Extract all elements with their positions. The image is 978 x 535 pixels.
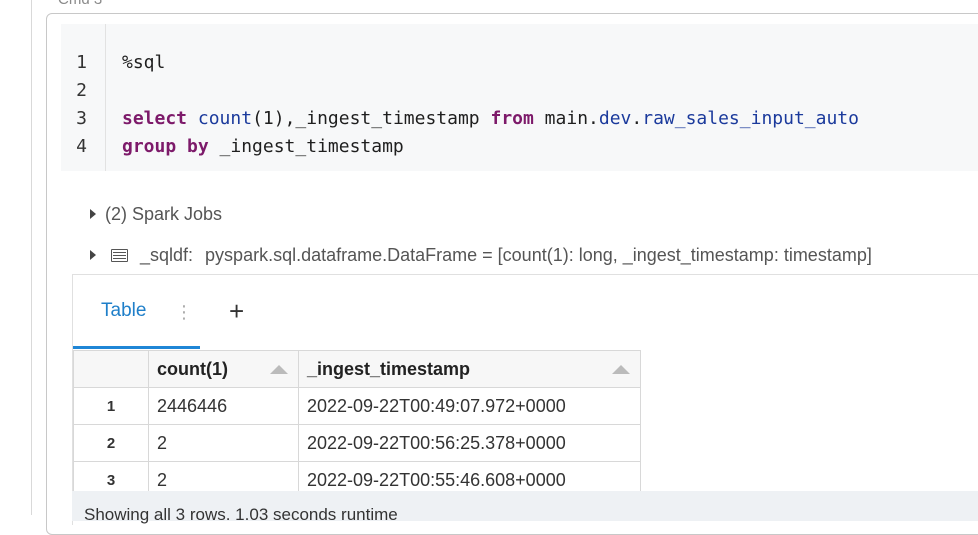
table-row: 1 2446446 2022-09-22T00:49:07.972+0000: [73, 387, 641, 425]
code-token: select: [122, 108, 188, 129]
column-header-label: _ingest_timestamp: [307, 358, 471, 379]
line-number: 2: [76, 80, 87, 101]
spark-jobs-toggle[interactable]: (2) Spark Jobs: [90, 201, 222, 227]
row-number: 2: [73, 424, 149, 462]
code-token: %sql: [122, 52, 166, 73]
row-number: 1: [73, 387, 149, 425]
tab-table[interactable]: Table: [101, 300, 146, 322]
code-token: (1),_ingest_timestamp: [252, 108, 491, 129]
cell-timestamp[interactable]: 2022-09-22T00:49:07.972+0000: [298, 387, 641, 425]
code-token: main.: [533, 108, 599, 129]
table-header-row: count(1) _ingest_timestamp: [73, 350, 641, 388]
cell-count[interactable]: 2446446: [148, 387, 299, 425]
code-text: group by _ingest_timestamp: [122, 133, 404, 161]
code-token: from: [490, 108, 534, 129]
code-token: count: [197, 108, 253, 129]
line-number: 1: [76, 52, 87, 73]
expand-triangle-icon: [90, 209, 96, 219]
spark-jobs-label: (2) Spark Jobs: [105, 203, 223, 224]
dataframe-name: _sqldf:: [140, 244, 194, 265]
line-number: 3: [76, 108, 87, 129]
tab-options-icon[interactable]: ⋮: [175, 302, 193, 323]
cell-count[interactable]: 2: [148, 424, 299, 462]
cell-timestamp[interactable]: 2022-09-22T00:56:25.378+0000: [298, 424, 641, 462]
sort-icon[interactable]: [612, 365, 630, 374]
code-token: group by: [122, 136, 209, 157]
dataframe-schema-toggle[interactable]: _sqldf: pyspark.sql.dataframe.DataFrame …: [90, 242, 872, 268]
table-footer-text: Showing all 3 rows. 1.03 seconds runtime: [84, 505, 398, 524]
table-row: 2 2 2022-09-22T00:56:25.378+0000: [73, 424, 641, 462]
code-text: %sql: [122, 49, 165, 77]
code-token: .: [631, 108, 643, 129]
table-icon: [111, 248, 128, 262]
results-table: count(1) _ingest_timestamp 1 2446446 202…: [73, 350, 641, 499]
column-header-count[interactable]: count(1): [148, 350, 299, 388]
column-header-ingest-timestamp[interactable]: _ingest_timestamp: [298, 350, 641, 388]
active-tab-indicator: [73, 346, 200, 349]
line-number: 4: [76, 136, 87, 157]
sort-icon[interactable]: [270, 365, 288, 374]
code-token: _ingest_timestamp: [208, 136, 404, 157]
column-header-label: count(1): [157, 358, 228, 379]
row-number-header: [73, 350, 149, 388]
code-token: dev: [598, 108, 632, 129]
add-tab-button[interactable]: +: [229, 296, 244, 327]
expand-triangle-icon: [90, 250, 96, 260]
dataframe-schema: pyspark.sql.dataframe.DataFrame = [count…: [205, 244, 872, 265]
code-token: raw_sales_input_auto: [642, 108, 859, 129]
gutter-divider: [105, 24, 106, 171]
left-border: [31, 0, 32, 515]
cell-label: Cmd 3: [58, 0, 102, 8]
code-editor[interactable]: 1 %sql 2 3 select count(1),_ingest_timestamp…: [61, 24, 978, 171]
code-text: select count(1),_ingest_timestamp from m…: [122, 105, 859, 133]
